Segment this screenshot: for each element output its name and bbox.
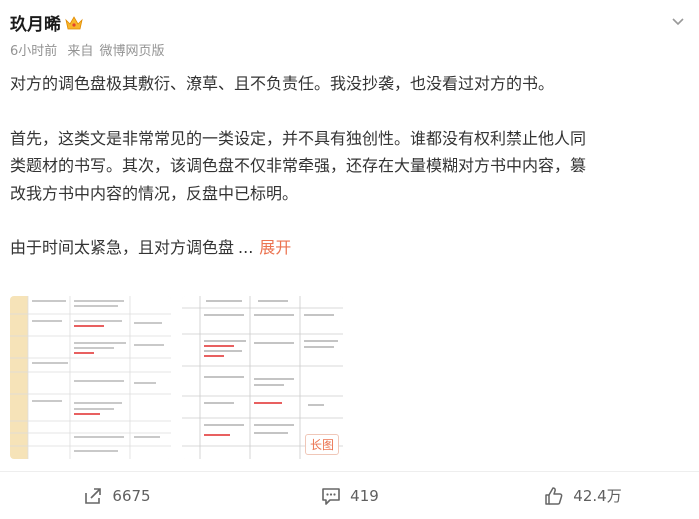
comment-button[interactable]: 419 [233, 472, 466, 519]
comment-icon [322, 487, 340, 505]
long-image-badge: 长图 [304, 434, 339, 455]
user-name-row: 玖月晞 [10, 10, 83, 35]
share-icon [85, 487, 102, 504]
like-button[interactable]: 42.4万 [466, 472, 699, 519]
share-button[interactable]: 6675 [0, 472, 233, 519]
post-time[interactable]: 6小时前 [10, 44, 57, 59]
thumbs-up-icon [545, 486, 563, 505]
crown-icon [65, 15, 83, 31]
source-prefix: 来自 [67, 44, 94, 59]
image-thumbnail[interactable]: 长图 [182, 296, 343, 459]
post-meta: 6小时前 来自 微博网页版 [10, 40, 170, 59]
post-text: 由于时间太紧急，且对方调色盘 [10, 238, 235, 257]
share-count: 6675 [112, 486, 151, 505]
post-paragraph-truncated: 由于时间太紧急，且对方调色盘... 展开 [10, 234, 685, 262]
post-source: 微博网页版 [99, 44, 165, 59]
expand-link[interactable]: 展开 [259, 238, 291, 257]
comment-count: 419 [350, 486, 379, 505]
like-count: 42.4万 [573, 487, 622, 505]
post-content: 对方的调色盘极其敷衍、潦草、且不负责任。我没抄袭，也没看过对方的书。 首先，这类… [10, 70, 685, 262]
post-paragraph: 对方的调色盘极其敷衍、潦草、且不负责任。我没抄袭，也没看过对方的书。 [10, 74, 555, 93]
user-name[interactable]: 玖月晞 [10, 10, 61, 35]
image-grid: 长图 [10, 296, 343, 459]
post-paragraph-line: 改我方书中内容的情况，反盘中已标明。 [10, 183, 299, 203]
post-header: 玖月晞 6小时前 来自 微博网页版 [10, 8, 689, 60]
post-paragraph-line: 首先，这类文是非常常见的一类设定，并不具有独创性。谁都没有权利禁止他人同 [10, 128, 587, 148]
post-paragraph-line: 类题材的书写。其次，该调色盘不仅非常牵强，还存在大量模糊对方书中内容，篡 [10, 156, 587, 175]
ellipsis: ... [238, 238, 254, 257]
action-bar: 6675 419 42.4万 [0, 472, 699, 519]
chevron-down-icon[interactable] [671, 14, 685, 28]
image-thumbnail[interactable] [10, 296, 171, 459]
